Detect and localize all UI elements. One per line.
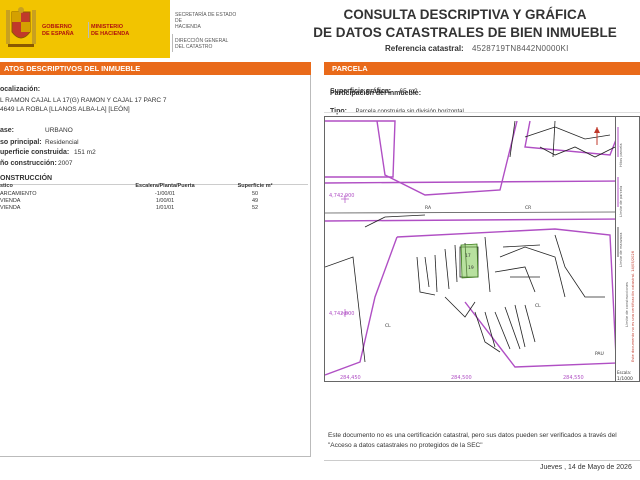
cell-escalera: -1/00/01 (154, 190, 176, 197)
clase-label: ase: (0, 127, 15, 134)
title-line2: DE DATOS CATASTRALES DE BIEN INMUEBLE (313, 25, 617, 40)
parcel-outline-tr (524, 120, 615, 156)
ministry-name: MINISTERIO DE HACIENDA (91, 24, 129, 37)
secr-line3: HACIENDA (175, 24, 201, 30)
legend-parcela: Límite de parcela (619, 186, 623, 217)
block-left-edge (325, 236, 398, 376)
refcat-value[interactable]: 4528719TN8442N0000KI (472, 44, 569, 53)
section-header-datos: ATOS DESCRIPTIVOS DEL INMUEBLE (0, 62, 311, 75)
table-row: ARCAMIENTO -1/00/01 50 (0, 190, 300, 197)
north-arrow-icon (594, 127, 600, 145)
highlighted-parcel (460, 243, 479, 279)
referencia-catastral: Referencia catastral: 4528719TN8442N0000… (385, 44, 569, 53)
section-header-parcela: PARCELA (324, 62, 640, 75)
cell-uso: VIENDA (0, 197, 21, 204)
cell-superficie: 49 (251, 197, 259, 204)
uso-label: so principal: (0, 139, 42, 146)
document-title: CONSULTA DESCRIPTIVA Y GRÁFICA DE DATOS … (300, 6, 630, 42)
coord-x1: 284,450 (340, 375, 361, 381)
disclaimer-text: Este documento no es una certificación c… (328, 432, 617, 449)
parcel-outline-top (376, 120, 518, 196)
anio-label: ño construcción: (0, 160, 57, 167)
localizacion-label: ocalización: (0, 86, 41, 93)
col-superficie: Superficie m² (237, 183, 273, 189)
table-row: VIENDA 1/00/01 49 (0, 197, 300, 204)
document-date: Jueves , 14 de Mayo de 2026 (540, 464, 632, 471)
map-label: 17 (465, 253, 471, 259)
construccion-table: stico Escalera/Planta/Puerta Superficie … (0, 183, 300, 211)
block-bottom-edge (464, 301, 615, 368)
secretaria-text: SECRETARÍA DE ESTADO DE HACIENDA (175, 12, 236, 30)
divider (324, 112, 640, 113)
street-edge-top (325, 180, 615, 184)
cell-superficie: 52 (251, 204, 259, 211)
gov-line2: DE ESPAÑA (42, 30, 74, 37)
col-escalera: Escalera/Planta/Puerta (135, 183, 195, 189)
map-label: CR (525, 205, 531, 211)
divider (172, 34, 173, 52)
cadastral-map[interactable]: 4,742,900 4,742,800 284,450 284,500 284,… (324, 116, 616, 382)
coord-y1: 4,742,900 (329, 193, 354, 199)
street-edge-mid (325, 218, 615, 222)
refcat-label: Referencia catastral: (385, 44, 464, 53)
cell-superficie: 50 (251, 190, 259, 197)
title-line1: CONSULTA DESCRIPTIVA Y GRÁFICA (343, 7, 587, 22)
map-label: CL (535, 303, 541, 309)
legend-construcciones: Límite de construcciones (625, 282, 629, 327)
gov-line1: GOBIERNO (42, 24, 72, 30)
scale-value: 1/1000 (617, 376, 633, 382)
col-uso: stico (0, 183, 13, 189)
map-legend: Hitos parcela Límite de parcela Límite d… (616, 116, 640, 382)
direccion-general-text: DIRECCIÓN GENERAL DEL CATASTRO (175, 38, 228, 50)
address-line2: 4649 LA ROBLA [LLANOS ALBA-LA] [LEÓN] (0, 106, 130, 113)
clase-value: URBANO (45, 127, 73, 134)
dirgen-line2: DEL CATASTRO (175, 44, 213, 50)
ministry-line2: DE HACIENDA (91, 30, 130, 37)
legend-side-text: Este documento no es una certificación c… (631, 250, 635, 362)
map-canvas: 4,742,900 4,742,800 284,450 284,500 284,… (325, 120, 615, 381)
map-label: CL (385, 323, 391, 329)
divider (88, 22, 89, 38)
address-line1: L RAMON CAJAL LA 17(G) RAMON Y CAJAL 17 … (0, 97, 167, 104)
cell-escalera: 1/01/01 (155, 204, 175, 211)
coat-of-arms-icon (6, 7, 36, 47)
legend-canvas: Hitos parcela Límite de parcela Límite d… (617, 127, 635, 382)
table-header-row: stico Escalera/Planta/Puerta Superficie … (0, 183, 300, 190)
coord-x2: 284,500 (451, 375, 472, 381)
anio-value: 2007 (58, 160, 73, 167)
datos-panel: ocalización: L RAMON CAJAL LA 17(G) RAMO… (0, 75, 311, 457)
cell-uso: VIENDA (0, 204, 21, 211)
block-outline (396, 228, 615, 351)
legend-manzana: Límite de manzana (619, 233, 623, 267)
scale-label: Escala: (617, 370, 631, 375)
secr-line1: SECRETARÍA DE ESTADO (175, 12, 237, 18)
government-name: GOBIERNO DE ESPAÑA (42, 24, 74, 37)
cell-uso: ARCAMIENTO (0, 190, 37, 197)
coord-y2: 4,742,800 (329, 311, 354, 317)
uso-value: Residencial (45, 139, 79, 146)
participacion-label: Participación del inmueble: (330, 90, 422, 97)
map-label: PAU (595, 351, 604, 357)
table-row: VIENDA 1/01/01 52 (0, 204, 300, 211)
map-label: RA (425, 205, 432, 211)
construccion-title: ONSTRUCCIÓN (0, 175, 53, 182)
legend-hitos: Hitos parcela (619, 143, 623, 167)
footer-divider (324, 460, 640, 461)
superficie-value: 151 m2 (74, 149, 96, 156)
superficie-label: uperficie construida: (0, 149, 70, 156)
map-label: 19 (468, 265, 474, 271)
coord-x3: 284,550 (563, 375, 584, 381)
cell-escalera: 1/00/01 (155, 197, 175, 204)
